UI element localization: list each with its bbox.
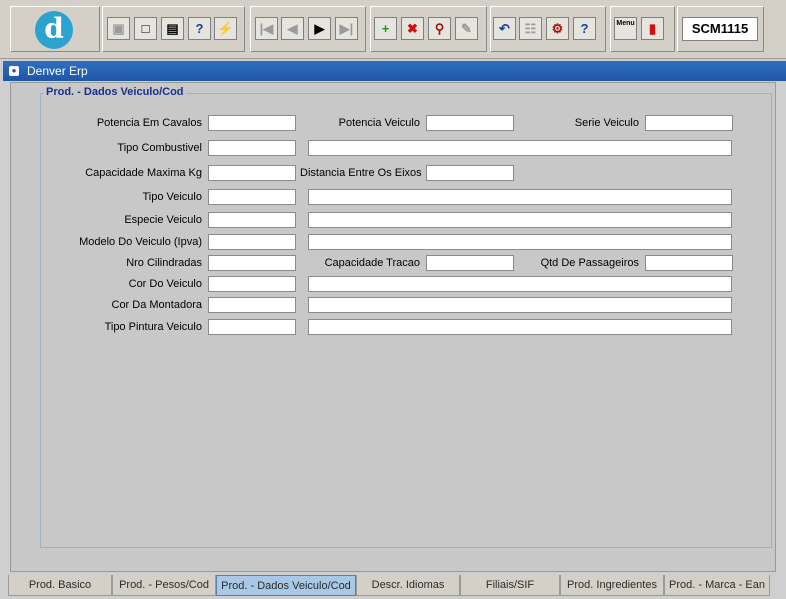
save-icon[interactable]: ▣: [107, 17, 130, 40]
tab-prod-basico[interactable]: Prod. Basico: [8, 575, 112, 596]
form-code: SCM1115: [682, 17, 758, 41]
toolbar: d ▣ □ ▤ ? ⚡ |◀ ◀ ▶ ▶| + ✖ ⚲ ✎ ↶ ☷ ⚙ ? Me…: [0, 0, 786, 59]
capacidade-tracao-field[interactable]: [426, 255, 514, 271]
tab-prod-dados-veiculo-cod[interactable]: Prod. - Dados Veiculo/Cod: [216, 575, 356, 596]
cor-veiculo-code-field[interactable]: [208, 276, 296, 292]
especie-veiculo-code-field[interactable]: [208, 212, 296, 228]
potencia-cavalos-label: Potencia Em Cavalos: [96, 117, 202, 129]
section-title: Prod. - Dados Veiculo/Cod: [44, 86, 186, 98]
prev-record-icon[interactable]: ◀: [281, 17, 304, 40]
tab-filiais-sif[interactable]: Filiais/SIF: [460, 575, 560, 596]
next-record-icon[interactable]: ▶: [308, 17, 331, 40]
tipo-veiculo-desc-field[interactable]: [308, 189, 732, 205]
modelo-veiculo-desc-field[interactable]: [308, 234, 732, 250]
tipo-combustivel-desc-field[interactable]: [308, 140, 732, 156]
tab-prod-ingredientes[interactable]: Prod. Ingredientes: [560, 575, 664, 596]
tipo-pintura-code-field[interactable]: [208, 319, 296, 335]
tab-prod-pesos-cod[interactable]: Prod. - Pesos/Cod: [112, 575, 216, 596]
tipo-pintura-desc-field[interactable]: [308, 319, 732, 335]
cor-montadora-label: Cor Da Montadora: [111, 299, 203, 311]
serie-veiculo-field[interactable]: [645, 115, 733, 131]
help-icon[interactable]: ?: [573, 17, 596, 40]
menu-icon-text: Menu: [616, 20, 635, 27]
query-icon[interactable]: ?: [188, 17, 211, 40]
tipo-veiculo-code-field[interactable]: [208, 189, 296, 205]
serie-veiculo-label: Serie Veiculo: [574, 117, 639, 129]
modelo-veiculo-code-field[interactable]: [208, 234, 296, 250]
last-record-icon[interactable]: ▶|: [335, 17, 358, 40]
delete-record-icon[interactable]: ✖: [401, 17, 424, 40]
capacidade-tracao-label: Capacidade Tracao: [324, 257, 420, 269]
modelo-veiculo-label: Modelo Do Veiculo (Ipva): [79, 236, 202, 248]
tipo-pintura-label: Tipo Pintura Veiculo: [104, 321, 202, 333]
window-titlebar: ● Denver Erp: [3, 61, 786, 81]
potencia-veiculo-field[interactable]: [426, 115, 514, 131]
nro-cilindradas-label: Nro Cilindradas: [126, 257, 202, 269]
menu-icon[interactable]: Menu: [614, 17, 637, 40]
find-icon[interactable]: ⚲: [428, 17, 451, 40]
tipo-combustivel-code-field[interactable]: [208, 140, 296, 156]
insert-record-icon[interactable]: +: [374, 17, 397, 40]
denver-logo: d: [35, 11, 73, 49]
window-title: Denver Erp: [27, 64, 88, 78]
app-window-icon: ●: [9, 66, 19, 76]
tipo-combustivel-label: Tipo Combustivel: [117, 142, 202, 154]
undo-icon[interactable]: ↶: [493, 17, 516, 40]
tab-prod-marca-ean[interactable]: Prod. - Marca - Ean: [664, 575, 770, 596]
distancia-eixos-field[interactable]: [426, 165, 514, 181]
qtd-passageiros-field[interactable]: [645, 255, 733, 271]
nro-cilindradas-field[interactable]: [208, 255, 296, 271]
tools-icon[interactable]: ⚙: [546, 17, 569, 40]
print-icon[interactable]: ▤: [161, 17, 184, 40]
capacidade-maxima-field[interactable]: [208, 165, 296, 181]
potencia-veiculo-label: Potencia Veiculo: [338, 117, 420, 129]
distancia-eixos-label: Distancia Entre Os Eixos: [300, 167, 422, 179]
window-icon[interactable]: □: [134, 17, 157, 40]
qtd-passageiros-label: Qtd De Passageiros: [540, 257, 639, 269]
exit-icon[interactable]: ▮: [641, 17, 664, 40]
capacidade-maxima-label: Capacidade Maxima Kg: [85, 167, 202, 179]
tipo-veiculo-label: Tipo Veiculo: [142, 191, 202, 203]
cor-montadora-desc-field[interactable]: [308, 297, 732, 313]
cor-veiculo-label: Cor Do Veiculo: [128, 278, 202, 290]
tab-descr-idiomas[interactable]: Descr. Idiomas: [356, 575, 460, 596]
execute-icon[interactable]: ⚡: [214, 17, 237, 40]
especie-veiculo-label: Especie Veiculo: [124, 214, 202, 226]
especie-veiculo-desc-field[interactable]: [308, 212, 732, 228]
potencia-cavalos-field[interactable]: [208, 115, 296, 131]
clear-icon[interactable]: ✎: [455, 17, 478, 40]
first-record-icon[interactable]: |◀: [255, 17, 278, 40]
tab-bar: Prod. Basico Prod. - Pesos/Cod Prod. - D…: [0, 575, 786, 599]
cor-montadora-code-field[interactable]: [208, 297, 296, 313]
clipboard-icon[interactable]: ☷: [519, 17, 542, 40]
cor-veiculo-desc-field[interactable]: [308, 276, 732, 292]
